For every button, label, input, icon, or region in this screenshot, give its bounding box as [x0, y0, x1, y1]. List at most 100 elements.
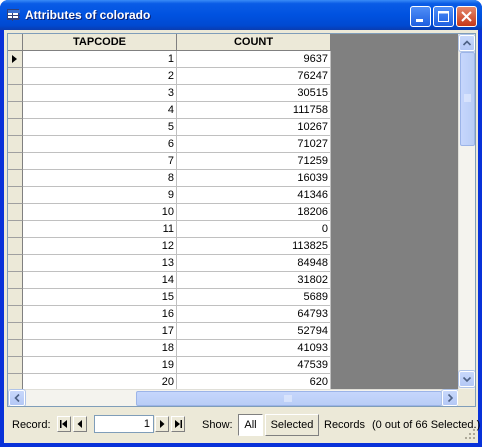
cell-tapcode[interactable]: 1	[23, 51, 177, 68]
first-record-button[interactable]	[57, 416, 71, 432]
row-selector[interactable]	[8, 238, 23, 255]
cell-tapcode[interactable]: 19	[23, 357, 177, 374]
cell-count[interactable]: 30515	[177, 85, 331, 102]
vertical-scrollbar[interactable]	[458, 34, 475, 389]
cell-tapcode[interactable]: 17	[23, 323, 177, 340]
cell-count[interactable]: 18206	[177, 204, 331, 221]
cell-count[interactable]: 71259	[177, 153, 331, 170]
cell-tapcode[interactable]: 6	[23, 136, 177, 153]
table-row[interactable]: 10 18206	[8, 204, 331, 221]
cell-tapcode[interactable]: 4	[23, 102, 177, 119]
table-row[interactable]: 9 41346	[8, 187, 331, 204]
cell-tapcode[interactable]: 2	[23, 68, 177, 85]
table-row[interactable]: 18 41093	[8, 340, 331, 357]
table-row[interactable]: 13 84948	[8, 255, 331, 272]
close-button[interactable]	[456, 6, 477, 27]
table-row[interactable]: 12 113825	[8, 238, 331, 255]
row-selector[interactable]	[8, 323, 23, 340]
minimize-button[interactable]	[410, 6, 431, 27]
cell-tapcode[interactable]: 10	[23, 204, 177, 221]
cell-count[interactable]: 113825	[177, 238, 331, 255]
table-row[interactable]: 6 71027	[8, 136, 331, 153]
cell-count[interactable]: 0	[177, 221, 331, 238]
row-selector[interactable]	[8, 306, 23, 323]
title-bar[interactable]: Attributes of colorado	[0, 0, 482, 30]
cell-count[interactable]: 47539	[177, 357, 331, 374]
record-number-input[interactable]: 1	[94, 415, 154, 433]
cell-count[interactable]: 71027	[177, 136, 331, 153]
cell-tapcode[interactable]: 9	[23, 187, 177, 204]
table-row[interactable]: 4 111758	[8, 102, 331, 119]
vertical-scroll-thumb[interactable]	[460, 52, 475, 146]
cell-tapcode[interactable]: 8	[23, 170, 177, 187]
table-row[interactable]: 8 16039	[8, 170, 331, 187]
cell-count[interactable]: 52794	[177, 323, 331, 340]
row-selector[interactable]	[8, 119, 23, 136]
grid-corner-cell[interactable]	[8, 34, 23, 51]
cell-count[interactable]: 76247	[177, 68, 331, 85]
scroll-up-button[interactable]	[458, 34, 475, 52]
row-selector[interactable]	[8, 102, 23, 119]
cell-count[interactable]: 16039	[177, 170, 331, 187]
row-selector[interactable]	[8, 289, 23, 306]
cell-count[interactable]: 10267	[177, 119, 331, 136]
cell-count[interactable]: 41093	[177, 340, 331, 357]
row-selector[interactable]	[8, 187, 23, 204]
last-record-button[interactable]	[171, 416, 185, 432]
cell-tapcode[interactable]: 3	[23, 85, 177, 102]
cell-tapcode[interactable]: 16	[23, 306, 177, 323]
table-row[interactable]: 14 31802	[8, 272, 331, 289]
cell-count[interactable]: 41346	[177, 187, 331, 204]
table-row[interactable]: 2 76247	[8, 68, 331, 85]
cell-tapcode[interactable]: 12	[23, 238, 177, 255]
row-selector[interactable]	[8, 255, 23, 272]
table-row[interactable]: 1 9637	[8, 51, 331, 68]
cell-tapcode[interactable]: 13	[23, 255, 177, 272]
table-row[interactable]: 7 71259	[8, 153, 331, 170]
row-selector[interactable]	[8, 85, 23, 102]
table-row[interactable]: 11 0	[8, 221, 331, 238]
row-selector[interactable]	[8, 136, 23, 153]
cell-tapcode[interactable]: 7	[23, 153, 177, 170]
maximize-button[interactable]	[433, 6, 454, 27]
table-row[interactable]: 3 30515	[8, 85, 331, 102]
cell-tapcode[interactable]: 18	[23, 340, 177, 357]
row-selector[interactable]	[8, 221, 23, 238]
previous-record-button[interactable]	[73, 416, 87, 432]
cell-tapcode[interactable]: 14	[23, 272, 177, 289]
show-all-button[interactable]: All	[238, 414, 263, 436]
row-selector[interactable]	[8, 357, 23, 374]
cell-tapcode[interactable]: 15	[23, 289, 177, 306]
table-row[interactable]: 19 47539	[8, 357, 331, 374]
table-row[interactable]: 16 64793	[8, 306, 331, 323]
show-selected-button[interactable]: Selected	[265, 414, 319, 436]
row-selector[interactable]	[8, 153, 23, 170]
cell-tapcode[interactable]: 11	[23, 221, 177, 238]
cell-count[interactable]: 111758	[177, 102, 331, 119]
cell-tapcode[interactable]: 5	[23, 119, 177, 136]
next-record-button[interactable]	[155, 416, 169, 432]
table-row[interactable]: 15 5689	[8, 289, 331, 306]
row-selector[interactable]	[8, 340, 23, 357]
cell-count[interactable]: 84948	[177, 255, 331, 272]
cell-count[interactable]: 64793	[177, 306, 331, 323]
table-rows: 1 9637 2 76247 3 30515 4 111758 5 10267 6 71027 7 712…	[8, 51, 331, 391]
row-selector[interactable]	[8, 51, 23, 68]
resize-grip-icon[interactable]	[464, 428, 476, 440]
row-selector[interactable]	[8, 68, 23, 85]
table-row[interactable]: 5 10267	[8, 119, 331, 136]
column-header-tapcode[interactable]: TAPCODE	[23, 34, 177, 51]
cell-count[interactable]: 5689	[177, 289, 331, 306]
column-header-count[interactable]: COUNT	[177, 34, 331, 51]
scroll-left-button[interactable]	[8, 389, 26, 406]
scroll-right-button[interactable]	[441, 389, 459, 406]
row-selector[interactable]	[8, 204, 23, 221]
cell-count[interactable]: 9637	[177, 51, 331, 68]
table-row[interactable]: 17 52794	[8, 323, 331, 340]
row-selector[interactable]	[8, 170, 23, 187]
row-selector[interactable]	[8, 272, 23, 289]
horizontal-scroll-thumb[interactable]	[136, 391, 442, 406]
horizontal-scrollbar[interactable]	[8, 389, 460, 406]
scroll-down-button[interactable]	[458, 370, 475, 388]
cell-count[interactable]: 31802	[177, 272, 331, 289]
